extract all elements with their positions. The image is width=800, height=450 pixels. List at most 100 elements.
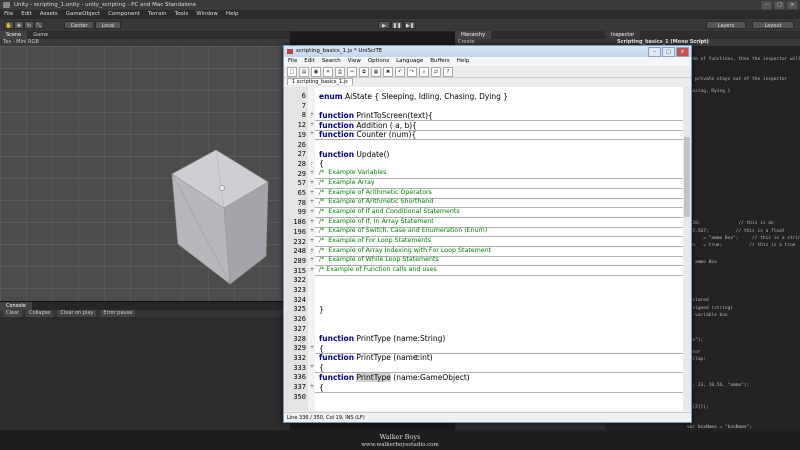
fold-expand-icon[interactable]: + bbox=[309, 237, 315, 244]
code-comment-line[interactable]: /* Example of While Loop Statements bbox=[319, 256, 439, 263]
find-icon[interactable]: ⌕ bbox=[419, 66, 429, 77]
code-area[interactable]: 6 7 8 12 19 26 27 28 29 57 65 78 99 186 196 232 248 289 31… bbox=[284, 87, 683, 411]
code-line[interactable]: function Addition ( a, b){ bbox=[319, 121, 417, 130]
menu-component[interactable]: Component bbox=[108, 10, 140, 19]
print-icon[interactable]: ⎙ bbox=[335, 66, 345, 77]
menu-help[interactable]: Help bbox=[226, 10, 239, 19]
fold-expand-icon[interactable]: + bbox=[309, 266, 315, 273]
pivot-local-button[interactable]: Local bbox=[95, 21, 121, 29]
fold-expand-icon[interactable]: + bbox=[309, 189, 315, 196]
rotate-tool-icon[interactable]: ↻ bbox=[24, 21, 34, 29]
menu-file[interactable]: File bbox=[4, 10, 13, 19]
editor-close-button[interactable]: × bbox=[676, 47, 689, 57]
code-line[interactable]: function PrintToScreen(text){ bbox=[319, 111, 433, 120]
layers-dropdown[interactable]: Layers bbox=[706, 21, 746, 29]
code-comment-line[interactable]: /* Example of For Loop Statements bbox=[319, 237, 431, 244]
tab-scene[interactable]: Scene bbox=[0, 31, 28, 39]
code-comment-line[interactable]: /* Example of Function calls and uses bbox=[319, 266, 437, 273]
console-clear-on-play-button[interactable]: Clear on play bbox=[57, 310, 97, 317]
menu-tools[interactable]: Tools bbox=[175, 10, 189, 19]
scene-grid[interactable] bbox=[0, 46, 290, 301]
new-file-icon[interactable]: ▢ bbox=[287, 66, 297, 77]
code-comment-line[interactable]: /* Example of Switch, Case and Enumerati… bbox=[319, 227, 487, 234]
hand-tool-icon[interactable]: ✋ bbox=[4, 21, 14, 29]
code-line[interactable]: { bbox=[319, 383, 324, 392]
code-comment-line[interactable]: /* Example of Arithmetic Operators bbox=[319, 189, 432, 196]
tab-console[interactable]: Console bbox=[0, 302, 32, 310]
fold-expand-icon[interactable]: + bbox=[309, 256, 315, 263]
editor-menu-options[interactable]: Options bbox=[368, 57, 389, 66]
pause-icon[interactable]: ❚❚ bbox=[391, 21, 403, 29]
editor-maximize-button[interactable]: □ bbox=[662, 47, 675, 57]
close-file-icon[interactable]: ✕ bbox=[323, 66, 333, 77]
editor-menu-search[interactable]: Search bbox=[322, 57, 341, 66]
scale-tool-icon[interactable]: ⤡ bbox=[34, 21, 44, 29]
editor-vertical-scrollbar[interactable] bbox=[683, 87, 691, 411]
undo-icon[interactable]: ↶ bbox=[395, 66, 405, 77]
help-icon[interactable]: ? bbox=[443, 66, 453, 77]
code-comment-line[interactable]: /* Example Variables bbox=[319, 169, 386, 176]
editor-menu-language[interactable]: Language bbox=[396, 57, 423, 66]
editor-menu-file[interactable]: File bbox=[288, 57, 297, 66]
tab-hierarchy[interactable]: Hierarchy bbox=[455, 31, 492, 39]
close-button[interactable]: × bbox=[787, 1, 798, 10]
tab-inspector[interactable]: Inspector bbox=[605, 31, 641, 39]
paste-icon[interactable]: ▦ bbox=[371, 66, 381, 77]
save-icon[interactable]: ▣ bbox=[311, 66, 321, 77]
copy-icon[interactable]: ⧉ bbox=[359, 66, 369, 77]
code-comment-line[interactable]: /* Example of Array Indexing with For Lo… bbox=[319, 247, 491, 254]
move-tool-icon[interactable]: ✥ bbox=[14, 21, 24, 29]
fold-expand-icon[interactable]: + bbox=[309, 121, 315, 128]
fold-expand-icon[interactable]: + bbox=[309, 198, 315, 205]
code-comment-line[interactable]: /* Example of Arithmetic Shorthand bbox=[319, 198, 433, 205]
editor-menu-edit[interactable]: Edit bbox=[304, 57, 315, 66]
fold-collapse-icon[interactable]: - bbox=[309, 159, 315, 166]
code-comment-line[interactable]: /* Example Array bbox=[319, 179, 375, 186]
fold-expand-icon[interactable]: + bbox=[309, 344, 315, 351]
fold-expand-icon[interactable]: + bbox=[309, 247, 315, 254]
fold-expand-icon[interactable]: + bbox=[309, 363, 315, 370]
menu-assets[interactable]: Assets bbox=[40, 10, 58, 19]
console-error-pause-button[interactable]: Error pause bbox=[100, 310, 136, 317]
redo-icon[interactable]: ↷ bbox=[407, 66, 417, 77]
fold-expand-icon[interactable]: + bbox=[309, 111, 315, 118]
code-line[interactable]: { bbox=[319, 363, 324, 372]
editor-menu-view[interactable]: View bbox=[348, 57, 361, 66]
code-line[interactable]: enum AiState { Sleeping, Idling, Chasing… bbox=[319, 92, 508, 101]
code-line[interactable]: function Update() bbox=[319, 150, 389, 159]
fold-expand-icon[interactable]: + bbox=[309, 169, 315, 176]
code-line[interactable]: { bbox=[319, 159, 324, 168]
code-line[interactable]: } bbox=[319, 305, 324, 314]
code-line[interactable]: function PrintType (name:String) bbox=[319, 334, 445, 343]
find-replace-icon[interactable]: ⇄ bbox=[431, 66, 441, 77]
menu-terrain[interactable]: Terrain bbox=[148, 10, 167, 19]
step-icon[interactable]: ▶❚ bbox=[404, 21, 416, 29]
maximize-button[interactable]: □ bbox=[774, 1, 785, 10]
play-icon[interactable]: ▶ bbox=[378, 21, 390, 29]
cube-icon[interactable] bbox=[0, 46, 290, 301]
code-line[interactable]: { bbox=[319, 344, 324, 353]
layout-dropdown[interactable]: Layout bbox=[752, 21, 794, 29]
fold-expand-icon[interactable]: + bbox=[309, 179, 315, 186]
fold-expand-icon[interactable]: + bbox=[309, 208, 315, 215]
console-collapse-button[interactable]: Collapse bbox=[26, 310, 54, 317]
code-line[interactable]: function Counter (num){ bbox=[319, 130, 416, 139]
fold-expand-icon[interactable]: + bbox=[309, 383, 315, 390]
fold-expand-icon[interactable]: + bbox=[309, 218, 315, 225]
fold-expand-icon[interactable]: + bbox=[309, 130, 315, 137]
editor-menu-help[interactable]: Help bbox=[457, 57, 470, 66]
scrollbar-thumb[interactable] bbox=[684, 137, 690, 217]
code-comment-line[interactable]: /* Example of If, In Array Statement bbox=[319, 218, 434, 225]
tab-game[interactable]: Game bbox=[27, 31, 54, 39]
delete-icon[interactable]: ✖ bbox=[383, 66, 393, 77]
open-file-icon[interactable]: ▤ bbox=[299, 66, 309, 77]
pivot-center-button[interactable]: Center bbox=[64, 21, 94, 29]
code-line[interactable]: function PrintType (name:GameObject) bbox=[319, 372, 470, 382]
console-clear-button[interactable]: Clear bbox=[3, 310, 23, 317]
fold-expand-icon[interactable]: + bbox=[309, 227, 315, 234]
minimize-button[interactable]: – bbox=[761, 1, 772, 10]
menu-gameobject[interactable]: GameObject bbox=[66, 10, 100, 19]
editor-file-tab[interactable]: 1 scripting_basics_1.js bbox=[287, 78, 353, 85]
cut-icon[interactable]: ✂ bbox=[347, 66, 357, 77]
menu-edit[interactable]: Edit bbox=[21, 10, 32, 19]
